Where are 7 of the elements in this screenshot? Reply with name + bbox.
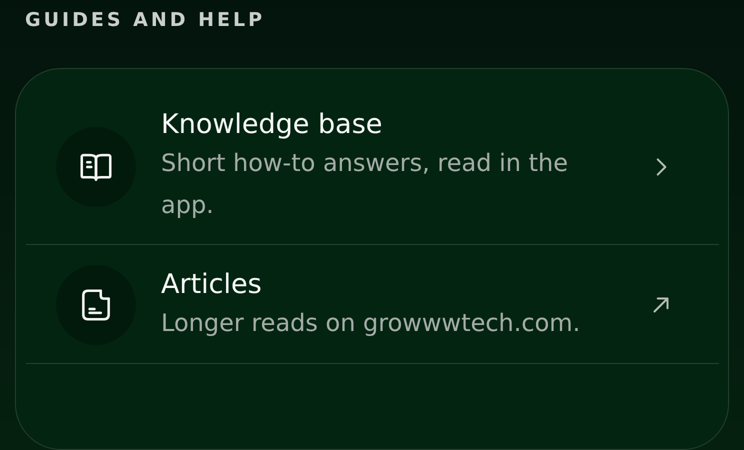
- item-description: Longer reads on growwwtech.com.: [161, 308, 582, 339]
- item-description: Short how-to answers, read in the app.: [161, 148, 569, 222]
- section-title: GUIDES AND HELP: [24, 8, 266, 33]
- item-title: Articles: [161, 268, 263, 302]
- list-item[interactable]: Knowledge base Short how-to answers, read in the app.: [26, 87, 719, 246]
- item-title: Knowledge base: [161, 108, 384, 142]
- list-item[interactable]: Articles Longer reads on growwwtech.com.: [26, 245, 719, 364]
